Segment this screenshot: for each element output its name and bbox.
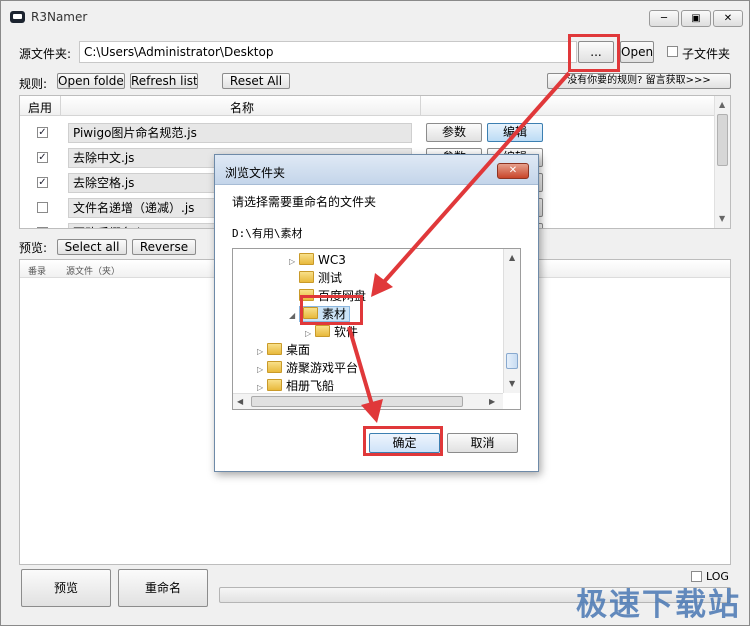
preview-button[interactable]: 预览: [21, 569, 111, 607]
dialog-cancel-button[interactable]: 取消: [447, 433, 518, 453]
folder-icon: [267, 379, 282, 391]
folder-icon: [299, 271, 314, 283]
rule-enable-checkbox[interactable]: [37, 202, 48, 213]
open-folder-button[interactable]: Open folder: [57, 73, 125, 89]
rule-params-button[interactable]: 参数: [426, 123, 482, 142]
rules-scrollbar[interactable]: ▲ ▼: [714, 96, 730, 228]
subfolder-checkbox[interactable]: [667, 46, 678, 57]
maximize-button[interactable]: ▣: [681, 10, 711, 27]
tree-item-label: WC3: [318, 253, 346, 267]
r3namer-window: R3Namer ─ ▣ ✕ 源文件夹: C:\Users\Administrat…: [0, 0, 750, 626]
tree-item-label: 桌面: [286, 343, 311, 357]
source-path-field[interactable]: C:\Users\Administrator\Desktop: [79, 41, 577, 63]
browse-folder-dialog: 浏览文件夹 ✕ 请选择需要重命名的文件夹 D:\有用\素材 ▷ WC3 测试 百度网盘…: [214, 154, 539, 472]
ok-button-highlight-box: [363, 426, 443, 456]
rule-enable-checkbox[interactable]: ✓: [37, 152, 48, 163]
dialog-close-button[interactable]: ✕: [497, 163, 529, 179]
subfolder-label: 子文件夹: [682, 47, 731, 61]
tree-vscrollbar[interactable]: ▲ ▼: [503, 249, 520, 393]
col-source-header: 源文件（夹）: [66, 267, 121, 277]
tree-item[interactable]: ▷ 软件: [233, 323, 358, 341]
window-title: R3Namer: [31, 10, 88, 24]
dialog-title: 浏览文件夹: [225, 166, 286, 180]
rule-edit-button[interactable]: 编辑: [487, 123, 543, 142]
tree-item[interactable]: ▷ 游聚游戏平台: [233, 359, 358, 377]
tree-item-label: 游聚游戏平台: [286, 361, 359, 375]
folder-icon: [315, 325, 330, 337]
tree-item-label: 相册飞船: [286, 379, 335, 393]
folder-icon: [267, 343, 282, 355]
preview-label: 预览:: [19, 241, 48, 255]
tree-item-label: 软件: [334, 325, 359, 339]
minimize-button[interactable]: ─: [649, 10, 679, 27]
select-all-button[interactable]: Select all: [57, 239, 127, 255]
folder-tree: ▷ WC3 测试 百度网盘 ◢ 素材 ▷ 软件 ▷ 桌面 ▷ 游聚游戏平台 ▷ 相册飞船 ▲ ▼ ◀ ▶: [232, 248, 521, 410]
tree-item[interactable]: ▷ WC3: [233, 251, 346, 269]
rule-row: ✓ Piwigo图片命名规范.js 参数 编辑: [20, 122, 714, 144]
col-enable-header: 启用: [28, 101, 53, 115]
open-button[interactable]: Open: [620, 41, 654, 63]
close-button[interactable]: ✕: [713, 10, 743, 27]
rule-enable-checkbox[interactable]: ✓: [37, 177, 48, 188]
tree-item[interactable]: 测试: [233, 269, 342, 287]
app-icon: [10, 11, 25, 23]
tree-hscrollbar[interactable]: ◀ ▶: [233, 393, 503, 409]
get-more-rules-button[interactable]: 没有你要的规则? 留言获取>>>: [547, 73, 731, 89]
folder-icon: [299, 253, 314, 265]
watermark: 极速下载站: [576, 587, 741, 623]
reset-all-button[interactable]: Reset All: [222, 73, 290, 89]
browse-highlight-box: [568, 34, 620, 72]
reverse-button[interactable]: Reverse: [132, 239, 196, 255]
rules-label: 规则:: [19, 77, 48, 91]
rule-enable-checkbox[interactable]: ✓: [37, 127, 48, 138]
rules-table-header: [20, 96, 730, 116]
tree-item-label: 测试: [318, 271, 343, 285]
selected-folder-highlight-box: [300, 295, 363, 325]
source-folder-label: 源文件夹:: [19, 47, 72, 61]
folder-icon: [267, 361, 282, 373]
tree-item[interactable]: ▷ 桌面: [233, 341, 310, 359]
col-index-header: 番录: [28, 267, 47, 277]
dialog-prompt: 请选择需要重命名的文件夹: [232, 195, 377, 209]
rename-button[interactable]: 重命名: [118, 569, 208, 607]
refresh-list-button[interactable]: Refresh list: [130, 73, 198, 89]
rule-name: Piwigo图片命名规范.js: [68, 123, 412, 143]
dialog-current-path: D:\有用\素材: [232, 227, 303, 240]
col-name-header: 名称: [230, 101, 255, 115]
rule-enable-checkbox[interactable]: [37, 227, 48, 228]
source-path-value: C:\Users\Administrator\Desktop: [84, 45, 274, 59]
